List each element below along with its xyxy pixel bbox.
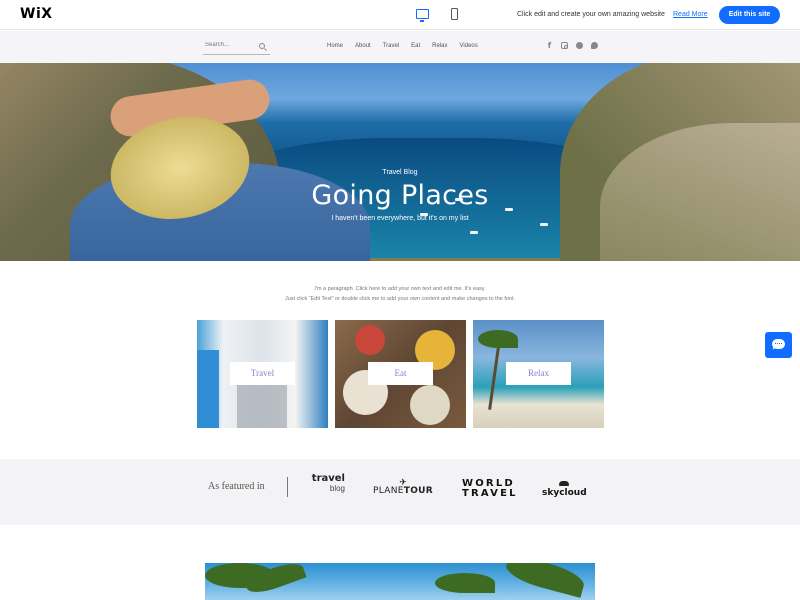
edit-site-button[interactable]: Edit this site — [719, 6, 780, 24]
featured-band: As featured in travel blog ✈ PLANETOUR W… — [0, 459, 800, 525]
search-box[interactable] — [203, 40, 270, 55]
card-eat[interactable]: Eat — [335, 320, 466, 428]
card-travel-label[interactable]: Travel — [230, 362, 295, 385]
twitter-icon[interactable] — [591, 42, 598, 49]
card-travel[interactable]: Travel — [197, 320, 328, 428]
pinterest-icon[interactable] — [576, 42, 583, 49]
nav-item-eat[interactable]: Eat — [411, 43, 420, 49]
card-relax[interactable]: Relax — [473, 320, 604, 428]
palm-trunk — [488, 340, 501, 410]
palm-frond — [503, 563, 587, 598]
instagram-icon[interactable] — [561, 42, 568, 49]
site-header: Home About Travel Eat Relax Videos f — [0, 31, 800, 63]
desktop-view-icon[interactable] — [416, 9, 429, 22]
hero-kicker: Travel Blog — [382, 169, 418, 176]
skycloud-logo-text: skycloud — [542, 488, 587, 498]
chat-dots — [775, 343, 782, 345]
facebook-icon[interactable]: f — [546, 42, 553, 50]
main-nav: Home About Travel Eat Relax Videos — [327, 43, 490, 49]
nav-item-home[interactable]: Home — [327, 43, 343, 49]
card-eat-label[interactable]: Eat — [368, 362, 433, 385]
hero-subtitle: I haven't been everywhere, but it's on m… — [331, 215, 469, 222]
hero-banner: Travel Blog Going Places I haven't been … — [0, 63, 800, 261]
nav-item-relax[interactable]: Relax — [432, 43, 447, 49]
cloud-icon — [559, 481, 570, 486]
card-eat-plate — [410, 385, 450, 425]
world-travel-logo: WORLD TRAVEL — [462, 479, 518, 499]
wix-bar-message: Click edit and create your own amazing w… — [517, 11, 665, 18]
intro-line-2: Just click “Edit Text” or double click m… — [284, 296, 516, 302]
read-more-link[interactable]: Read More — [673, 11, 708, 18]
planetour-logo-part1: PLANE — [373, 486, 404, 496]
wix-logo[interactable]: WiX — [20, 6, 53, 22]
travel-blog-logo-line1: travel — [311, 473, 345, 484]
hero-title: Going Places — [311, 180, 489, 211]
chat-button[interactable] — [765, 332, 792, 358]
mobile-view-icon[interactable] — [451, 8, 458, 20]
hero-person — [70, 77, 370, 261]
boat — [470, 231, 478, 234]
skycloud-logo: skycloud — [542, 481, 587, 498]
nav-item-about[interactable]: About — [355, 43, 371, 49]
world-travel-logo-line2: TRAVEL — [462, 488, 518, 499]
planetour-logo: ✈ PLANETOUR — [372, 477, 434, 497]
nav-item-videos[interactable]: Videos — [460, 43, 478, 49]
featured-divider — [287, 477, 288, 497]
bottom-image — [205, 563, 595, 600]
travel-blog-logo: travel blog — [311, 474, 345, 494]
featured-label: As featured in — [208, 481, 265, 492]
plane-icon: ✈ — [399, 477, 407, 487]
palm-frond — [478, 330, 518, 348]
card-eat-plate — [355, 325, 385, 355]
search-icon[interactable] — [259, 43, 265, 49]
boat — [540, 223, 548, 226]
search-input[interactable] — [205, 42, 255, 48]
planetour-logo-text: PLANETOUR — [372, 486, 434, 496]
card-travel-street — [237, 380, 287, 428]
intro-paragraph[interactable]: I'm a paragraph. Click here to add your … — [200, 284, 600, 304]
palm-frond — [435, 573, 495, 593]
nav-item-travel[interactable]: Travel — [383, 43, 399, 49]
card-relax-label[interactable]: Relax — [506, 362, 571, 385]
card-travel-door — [197, 350, 219, 428]
planetour-logo-part2: TOUR — [403, 486, 433, 496]
intro-line-1: I'm a paragraph. Click here to add your … — [314, 286, 486, 292]
travel-blog-logo-line2: blog — [329, 484, 345, 493]
wix-editor-bar: WiX Click edit and create your own amazi… — [0, 0, 800, 30]
social-bar: f — [546, 42, 606, 50]
